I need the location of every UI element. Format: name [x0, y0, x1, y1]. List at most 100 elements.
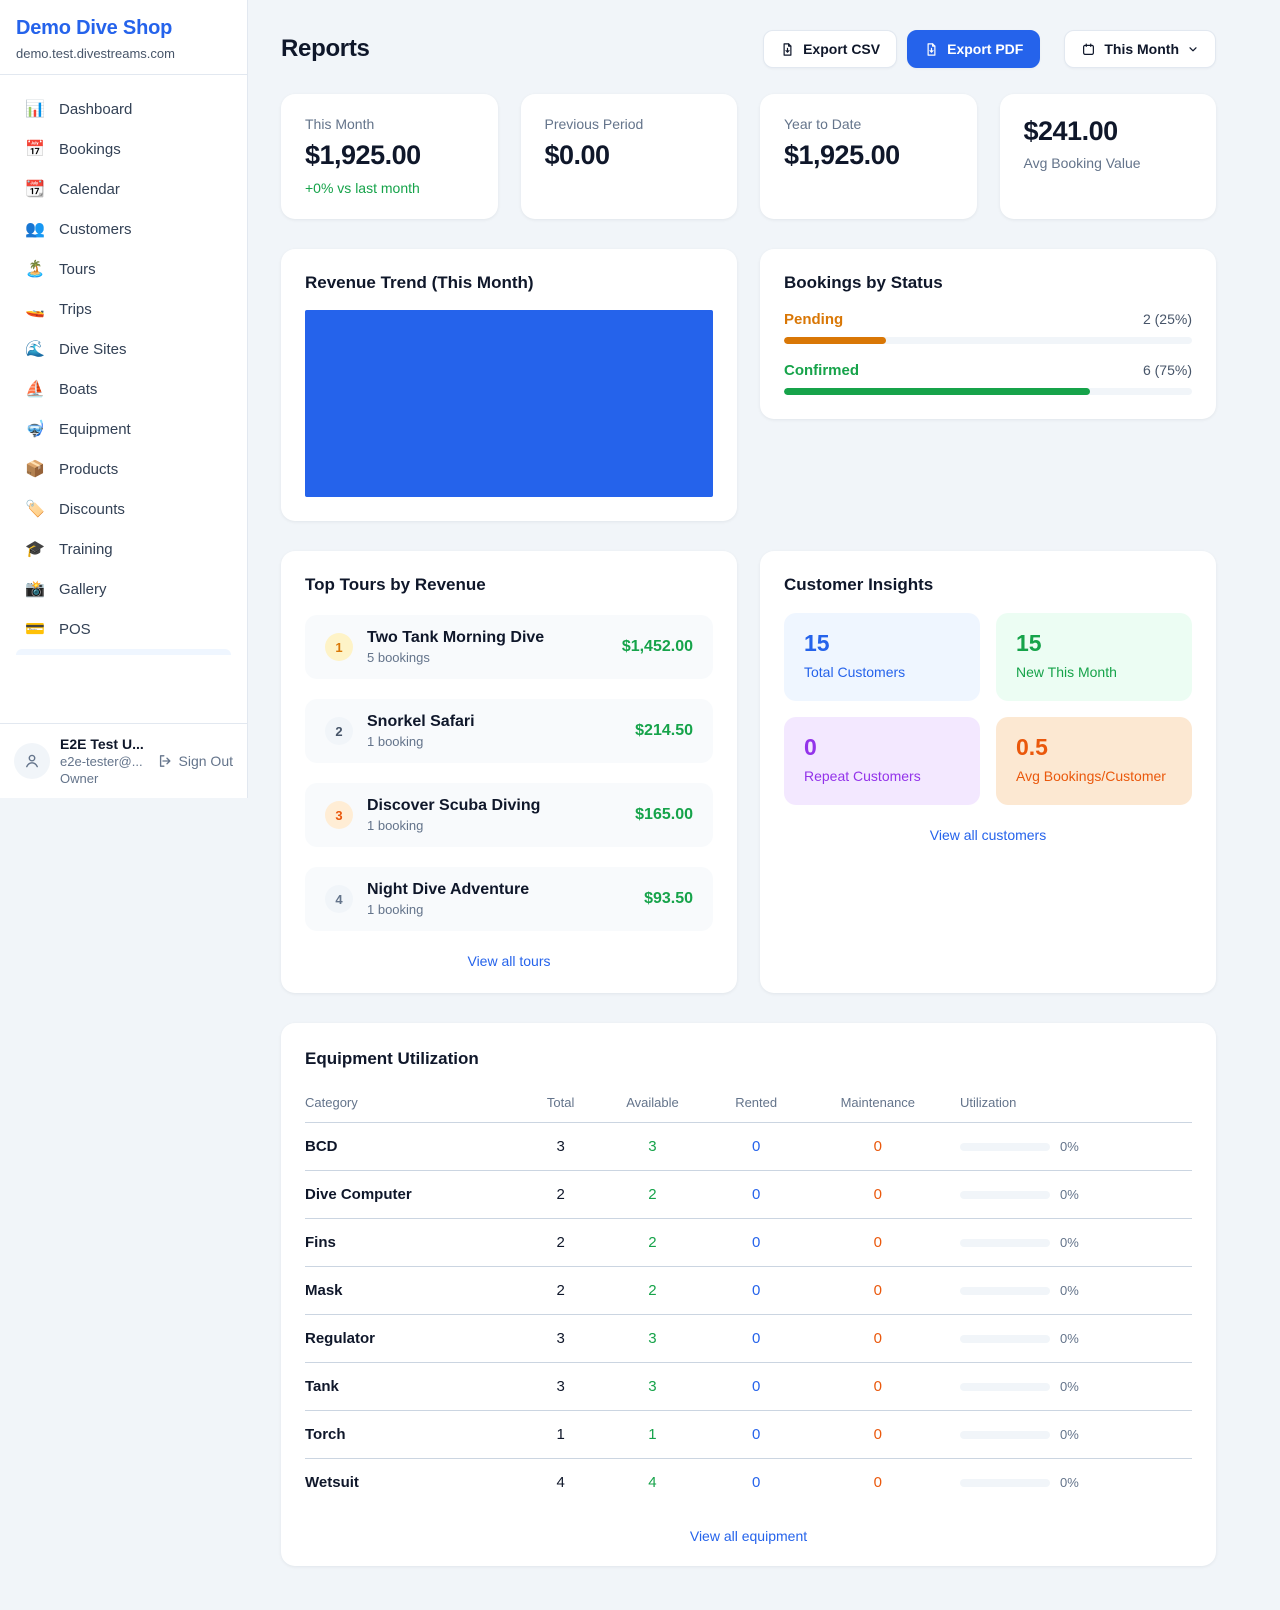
table-row: BCD 3 3 0 0 0% — [305, 1123, 1192, 1171]
tour-row: 3 Discover Scuba Diving1 booking $165.00 — [305, 783, 713, 847]
stat-value: $241.00 — [1024, 116, 1193, 147]
rank-badge: 1 — [325, 633, 353, 661]
column-header-maintenance: Maintenance — [804, 1085, 952, 1123]
camera-icon: 📸 — [24, 579, 46, 599]
insight-tile-total-customers: 15 Total Customers — [784, 613, 980, 701]
speedboat-icon: 🚤 — [24, 299, 46, 319]
sidebar-item-gallery[interactable]: 📸Gallery — [8, 569, 239, 609]
sign-out-icon — [157, 753, 173, 769]
cell-rented: 0 — [709, 1171, 804, 1219]
user-name: E2E Test U... — [60, 736, 147, 752]
status-value: 6 (75%) — [1143, 362, 1192, 378]
utilization-bar — [960, 1383, 1050, 1391]
shop-domain: demo.test.divestreams.com — [16, 46, 231, 61]
tour-name: Two Tank Morning Dive — [367, 629, 544, 647]
tour-row: 2 Snorkel Safari1 booking $214.50 — [305, 699, 713, 763]
tour-bookings: 5 bookings — [367, 650, 544, 665]
export-csv-button[interactable]: Export CSV — [763, 30, 897, 68]
insight-label: Avg Bookings/Customer — [1016, 768, 1172, 784]
cell-available: 3 — [596, 1315, 708, 1363]
table-row: Wetsuit 4 4 0 0 0% — [305, 1459, 1192, 1507]
period-dropdown[interactable]: This Month — [1064, 30, 1216, 68]
cell-total: 3 — [525, 1123, 596, 1171]
top-tours-card: Top Tours by Revenue 1 Two Tank Morning … — [281, 551, 737, 993]
sidebar-item-calendar[interactable]: 📆Calendar — [8, 169, 239, 209]
view-all-tours-link[interactable]: View all tours — [305, 953, 713, 969]
tour-row: 4 Night Dive Adventure1 booking $93.50 — [305, 867, 713, 931]
sidebar-item-equipment[interactable]: 🤿 Equipment — [8, 409, 239, 449]
sidebar-item-tours[interactable]: 🏝️Tours — [8, 249, 239, 289]
insight-label: Repeat Customers — [804, 768, 960, 784]
stat-card-year-to-date: Year to Date $1,925.00 — [760, 94, 977, 219]
charts-row: Revenue Trend (This Month) Bookings by S… — [281, 249, 1216, 521]
equipment-utilization-title: Equipment Utilization — [305, 1049, 1192, 1069]
rank-badge: 4 — [325, 885, 353, 913]
sidebar-item-reports-selected-partial[interactable] — [16, 649, 231, 655]
cell-utilization: 0% — [952, 1267, 1192, 1315]
cell-maintenance: 0 — [804, 1363, 952, 1411]
table-row: Tank 3 3 0 0 0% — [305, 1363, 1192, 1411]
cell-maintenance: 0 — [804, 1219, 952, 1267]
cell-rented: 0 — [709, 1315, 804, 1363]
sidebar-item-label: Dashboard — [59, 101, 132, 118]
sidebar-item-boats[interactable]: ⛵Boats — [8, 369, 239, 409]
cell-available: 2 — [596, 1267, 708, 1315]
stat-card-this-month: This Month $1,925.00 +0% vs last month — [281, 94, 498, 219]
customer-insights-card: Customer Insights 15 Total Customers 15 … — [760, 551, 1216, 993]
bar-chart-icon: 📊 — [24, 99, 46, 119]
utilization-bar — [960, 1287, 1050, 1295]
sidebar-item-bookings[interactable]: 📅Bookings — [8, 129, 239, 169]
tour-name: Discover Scuba Diving — [367, 797, 540, 815]
status-row-pending: Pending 2 (25%) — [784, 311, 1192, 344]
sidebar-item-discounts[interactable]: 🏷️Discounts — [8, 489, 239, 529]
sidebar-item-training[interactable]: 🎓Training — [8, 529, 239, 569]
revenue-trend-title: Revenue Trend (This Month) — [305, 273, 713, 293]
cell-utilization: 0% — [952, 1363, 1192, 1411]
utilization-bar — [960, 1479, 1050, 1487]
cell-category: Regulator — [305, 1315, 525, 1363]
view-all-equipment-link[interactable]: View all equipment — [305, 1528, 1192, 1544]
cell-rented: 0 — [709, 1267, 804, 1315]
customer-insights-title: Customer Insights — [784, 575, 1192, 595]
utilization-text: 0% — [1060, 1331, 1079, 1346]
diving-mask-icon: 🤿 — [24, 419, 46, 439]
sidebar: Demo Dive Shop demo.test.divestreams.com… — [0, 0, 248, 798]
tour-amount: $214.50 — [635, 722, 693, 740]
sign-out-button[interactable]: Sign Out — [157, 753, 233, 769]
sidebar-item-label: Products — [59, 461, 118, 478]
utilization-text: 0% — [1060, 1235, 1079, 1250]
insight-value: 0.5 — [1016, 734, 1172, 761]
cell-category: Tank — [305, 1363, 525, 1411]
utilization-text: 0% — [1060, 1187, 1079, 1202]
cell-rented: 0 — [709, 1363, 804, 1411]
sidebar-item-label: Equipment — [59, 421, 131, 438]
sidebar-item-dive-sites[interactable]: 🌊Dive Sites — [8, 329, 239, 369]
utilization-text: 0% — [1060, 1475, 1079, 1490]
table-row: Dive Computer 2 2 0 0 0% — [305, 1171, 1192, 1219]
column-header-utilization: Utilization — [952, 1085, 1192, 1123]
export-pdf-button[interactable]: Export PDF — [907, 30, 1040, 68]
island-icon: 🏝️ — [24, 259, 46, 279]
period-label: This Month — [1104, 41, 1179, 57]
sidebar-item-label: Boats — [59, 381, 97, 398]
cell-utilization: 0% — [952, 1123, 1192, 1171]
stat-label: Year to Date — [784, 116, 953, 132]
sidebar-item-trips[interactable]: 🚤Trips — [8, 289, 239, 329]
stat-label: This Month — [305, 116, 474, 132]
wave-icon: 🌊 — [24, 339, 46, 359]
stat-cards-row: This Month $1,925.00 +0% vs last month P… — [281, 94, 1216, 219]
sidebar-item-pos[interactable]: 💳POS — [8, 609, 239, 649]
stat-card-previous-period: Previous Period $0.00 — [521, 94, 738, 219]
stat-value: $1,925.00 — [305, 140, 474, 171]
revenue-trend-card: Revenue Trend (This Month) — [281, 249, 737, 521]
sidebar-item-dashboard[interactable]: 📊 Dashboard — [8, 89, 239, 129]
sidebar-nav: 📊 Dashboard 📅Bookings 📆Calendar 👥Customer… — [0, 75, 247, 723]
calendar-icon — [1081, 42, 1096, 57]
person-icon — [23, 752, 41, 770]
sidebar-item-customers[interactable]: 👥Customers — [8, 209, 239, 249]
insight-tile-repeat-customers: 0 Repeat Customers — [784, 717, 980, 805]
tour-bookings: 1 booking — [367, 734, 475, 749]
view-all-customers-link[interactable]: View all customers — [784, 827, 1192, 843]
sidebar-item-products[interactable]: 📦Products — [8, 449, 239, 489]
equipment-utilization-card: Equipment Utilization Category Total Ava… — [281, 1023, 1216, 1566]
